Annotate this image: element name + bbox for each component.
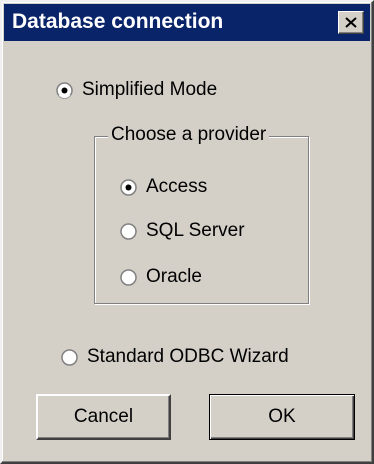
radio-unselected-icon <box>61 348 78 366</box>
simplified-mode-label: Simplified Mode <box>82 79 218 100</box>
provider-radio-oracle[interactable]: Oracle <box>120 266 202 288</box>
radio-selected-icon <box>56 81 73 99</box>
title-bar[interactable]: Database connection <box>4 4 370 41</box>
close-button[interactable] <box>338 11 364 34</box>
radio-selected-icon <box>120 178 137 196</box>
simplified-mode-radio[interactable]: Simplified Mode <box>56 79 217 101</box>
ok-button[interactable]: OK <box>209 394 355 440</box>
cancel-button[interactable]: Cancel <box>36 394 171 440</box>
close-icon <box>345 17 357 28</box>
provider-label-access: Access <box>146 176 208 197</box>
dialog-title: Database connection <box>12 10 224 33</box>
provider-label-sql-server: SQL Server <box>146 220 245 241</box>
provider-radio-access[interactable]: Access <box>120 176 207 198</box>
provider-radio-sql-server[interactable]: SQL Server <box>120 220 245 242</box>
database-connection-dialog: Database connection Simplified Mode Choo… <box>0 0 374 464</box>
standard-odbc-wizard-label: Standard ODBC Wizard <box>87 346 289 367</box>
provider-label-oracle: Oracle <box>146 266 202 287</box>
radio-unselected-icon <box>120 222 137 240</box>
provider-group-label: Choose a provider <box>108 124 270 146</box>
standard-odbc-wizard-radio[interactable]: Standard ODBC Wizard <box>61 346 289 368</box>
radio-unselected-icon <box>120 268 137 286</box>
